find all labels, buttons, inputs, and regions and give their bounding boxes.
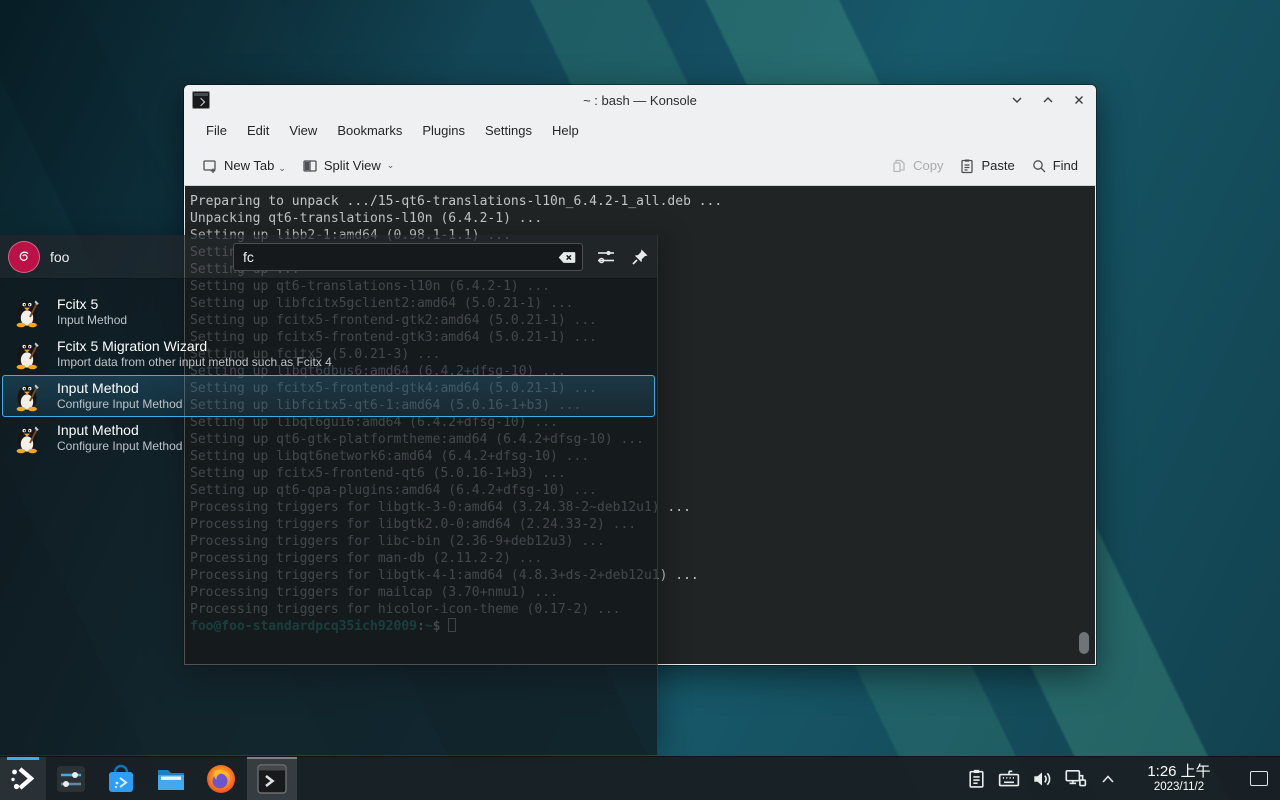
find-icon [1031,158,1047,174]
network-tray-icon[interactable] [1063,767,1087,791]
volume-tray-icon[interactable] [1030,767,1054,791]
result-input-method[interactable]: Input Method Configure Input Method [2,417,655,459]
menu-edit[interactable]: Edit [237,115,279,146]
discover-icon [105,763,137,795]
system-tray: 1:26 上午 2023/11/2 [964,763,1280,793]
user-avatar-debian-icon[interactable] [8,241,40,273]
close-button[interactable] [1070,91,1088,109]
result-title: Input Method [57,422,182,439]
configure-search-button[interactable] [593,244,619,270]
copy-button[interactable]: Copy [883,152,951,180]
fcitx-penguin-icon [12,296,44,328]
keyboard-tray-icon[interactable] [997,767,1021,791]
konsole-icon [256,763,288,795]
firefox-icon [205,763,237,795]
find-label: Find [1053,158,1078,173]
kde-launcher-icon [8,764,38,794]
sliders-icon [596,247,616,267]
terminal-scrollbar-handle[interactable] [1079,632,1089,654]
paste-button[interactable]: Paste [951,152,1022,180]
result-title: Fcitx 5 Migration Wizard [57,338,332,355]
close-icon [1072,93,1086,107]
terminal-line: Preparing to unpack .../15-qt6-translati… [190,193,1095,210]
menu-bookmarks[interactable]: Bookmarks [327,115,412,146]
maximize-icon [1041,93,1055,107]
menubar: File Edit View Bookmarks Plugins Setting… [184,115,1096,146]
minimize-icon [1010,93,1024,107]
taskbar: 1:26 上午 2023/11/2 [0,756,1280,800]
window-title: ~ : bash — Konsole [184,93,1096,108]
firefox-button[interactable] [196,757,246,800]
paste-label: Paste [981,158,1014,173]
discover-button[interactable] [96,757,146,800]
menu-plugins[interactable]: Plugins [412,115,475,146]
app-launcher-panel: foo fc [0,235,658,755]
new-tab-dropdown-icon[interactable]: ⌄ [278,163,286,174]
pin-button[interactable] [627,244,653,270]
application-launcher-button[interactable] [0,757,46,800]
minimize-button[interactable] [1008,91,1026,109]
fcitx-penguin-icon [12,380,44,412]
split-view-label: Split View [324,158,381,173]
peek-at-desktop-button[interactable] [1250,771,1268,786]
fcitx-penguin-icon [12,338,44,370]
result-input-method-selected[interactable]: Input Method Configure Input Method [2,375,655,417]
result-title: Input Method [57,380,182,397]
clock-date: 2023/11/2 [1133,781,1225,794]
result-fcitx5[interactable]: Fcitx 5 Input Method [2,291,655,333]
copy-label: Copy [913,158,943,173]
toolbar: New Tab ⌄ Split View ⌄ Copy [184,146,1096,186]
backspace-icon [558,251,576,264]
launcher-header: foo fc [0,235,657,279]
new-tab-label: New Tab [224,158,274,173]
split-view-icon [302,158,318,174]
clipboard-tray-icon[interactable] [964,767,988,791]
result-subtitle: Import data from other input method such… [57,355,332,370]
desktop: ~ : bash — Konsole File Edit View Bookma… [0,0,1280,800]
result-subtitle: Input Method [57,313,127,328]
new-tab-button[interactable]: New Tab ⌄ [194,152,294,180]
system-settings-button[interactable] [46,757,96,800]
dolphin-file-manager-button[interactable] [146,757,196,800]
new-tab-icon [202,158,218,174]
menu-settings[interactable]: Settings [475,115,542,146]
pin-icon [630,247,650,267]
user-name: foo [50,249,69,265]
result-title: Fcitx 5 [57,296,127,313]
paste-icon [959,158,975,174]
konsole-task-button[interactable] [247,757,297,800]
folder-icon [155,763,187,795]
menu-help[interactable]: Help [542,115,589,146]
debian-swirl-icon [12,245,36,269]
result-subtitle: Configure Input Method [57,439,182,454]
clock-time: 1:26 上午 [1133,763,1225,780]
maximize-button[interactable] [1039,91,1057,109]
find-button[interactable]: Find [1023,152,1086,180]
menu-view[interactable]: View [279,115,327,146]
clear-search-button[interactable] [555,246,579,268]
fcitx-penguin-icon [12,422,44,454]
result-subtitle: Configure Input Method [57,397,182,412]
system-settings-icon [55,763,87,795]
tray-expander-chevron-icon[interactable] [1096,767,1120,791]
result-fcitx5-migration-wizard[interactable]: Fcitx 5 Migration Wizard Import data fro… [2,333,655,375]
search-input-value: fc [234,249,555,265]
search-input[interactable]: fc [233,243,583,271]
split-view-button[interactable]: Split View ⌄ [294,152,402,180]
menu-file[interactable]: File [196,115,237,146]
digital-clock[interactable]: 1:26 上午 2023/11/2 [1133,763,1225,793]
copy-icon [891,158,907,174]
split-view-dropdown-icon[interactable]: ⌄ [387,160,395,171]
search-results: Fcitx 5 Input Method Fcitx 5 Migration W… [0,279,657,459]
window-titlebar[interactable]: ~ : bash — Konsole [184,85,1096,115]
terminal-line: Unpacking qt6-translations-l10n (6.4.2-1… [190,210,1095,227]
